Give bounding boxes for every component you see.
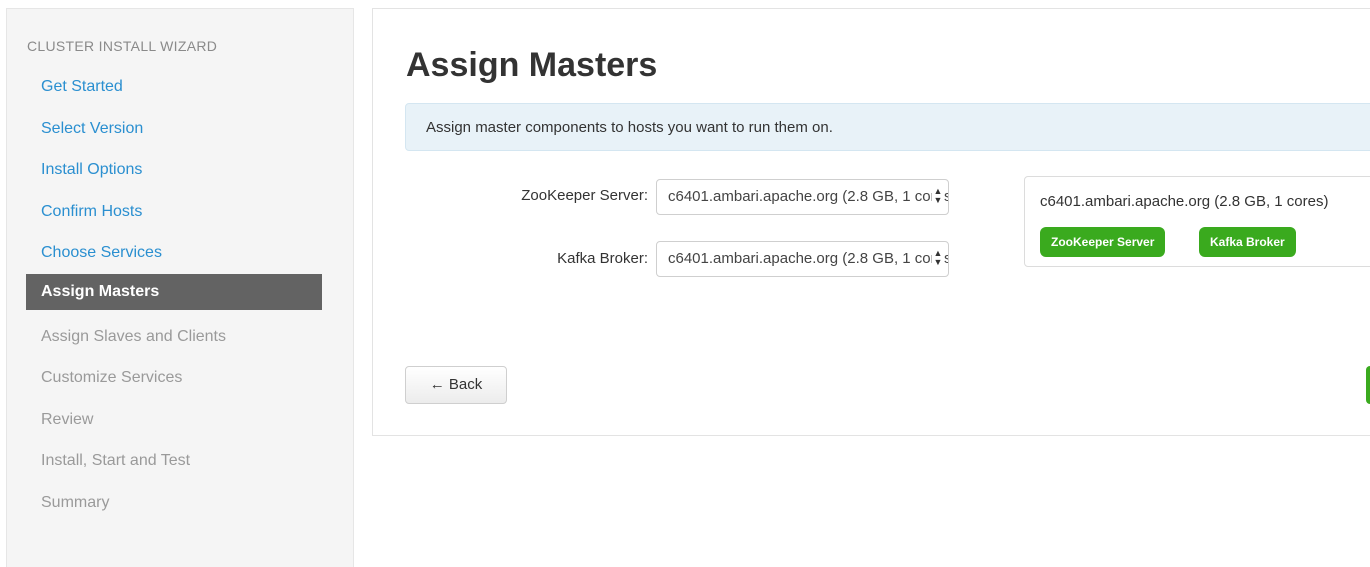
next-button[interactable] [1366,366,1370,404]
updown-chevron-icon: ▲ ▼ [932,186,944,207]
kafka-broker-select[interactable]: c6401.ambari.apache.org (2.8 GB, 1 cores… [656,241,949,277]
step-summary: Summary [41,493,110,511]
step-install-start-test: Install, Start and Test [41,452,191,470]
kafka-broker-select-value: c6401.ambari.apache.org (2.8 GB, 1 cores… [668,250,949,267]
host-card: c6401.ambari.apache.org (2.8 GB, 1 cores… [1024,176,1370,267]
step-review: Review [41,410,94,428]
updown-chevron-icon: ▲ ▼ [932,248,944,269]
component-badge-zookeeper-server: ZooKeeper Server [1040,227,1166,257]
info-alert: Assign master components to hosts you wa… [405,103,1370,151]
wizard-steps: Get Started Select Version Install Optio… [26,66,322,524]
step-confirm-hosts[interactable]: Confirm Hosts [26,191,322,227]
step-choose-services[interactable]: Choose Services [26,232,322,268]
zookeeper-server-select-value: c6401.ambari.apache.org (2.8 GB, 1 cores… [668,188,949,205]
info-alert-text: Assign master components to hosts you wa… [426,119,833,136]
step-customize-services: Customize Services [41,369,183,387]
step-assign-slaves-and-clients: Assign Slaves and Clients [41,327,226,345]
step-install-options[interactable]: Install Options [26,149,322,185]
page-title: Assign Masters [406,46,658,84]
kafka-broker-label: Kafka Broker: [557,250,648,267]
back-button[interactable]: ← Back [405,366,507,404]
wizard-sidebar-header: CLUSTER INSTALL WIZARD [27,38,218,54]
host-card-name: c6401.ambari.apache.org (2.8 GB, 1 cores… [1040,193,1329,210]
step-assign-masters: Assign Masters [26,273,322,310]
component-badge-kafka-broker: Kafka Broker [1199,227,1296,257]
step-select-version[interactable]: Select Version [26,108,322,144]
zookeeper-server-label: ZooKeeper Server: [521,187,648,204]
zookeeper-server-select[interactable]: c6401.ambari.apache.org (2.8 GB, 1 cores… [656,179,949,215]
step-get-started[interactable]: Get Started [26,66,322,102]
